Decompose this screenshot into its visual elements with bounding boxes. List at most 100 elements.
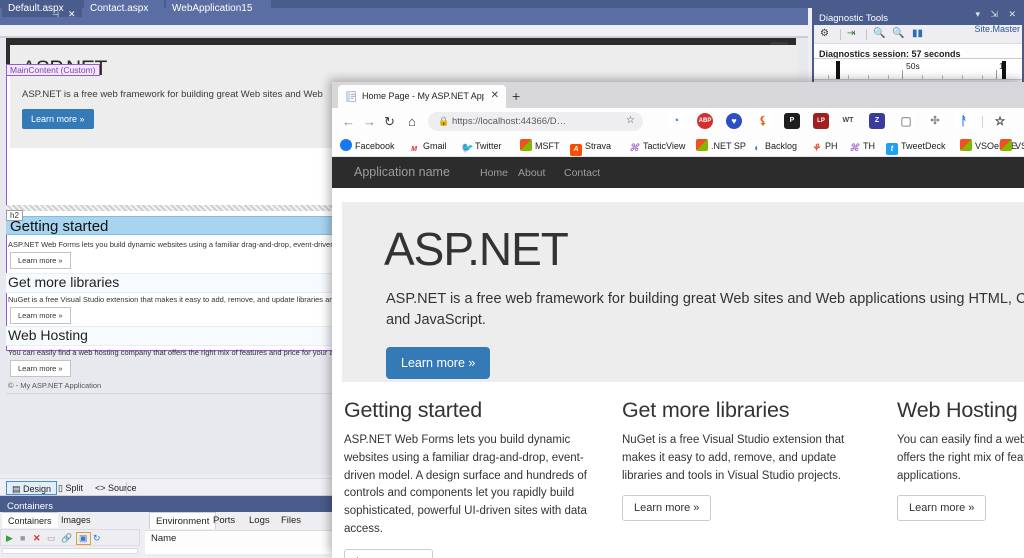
vs-tab-close-icon[interactable]: ✕: [68, 9, 76, 20]
refresh-icon[interactable]: ↻: [93, 533, 101, 544]
tab-ports[interactable]: Ports: [207, 512, 241, 529]
bookmark-backlog[interactable]: ◖ Backlog: [750, 138, 797, 155]
bookmark-vso[interactable]: VSO: [1000, 138, 1024, 154]
new-tab-button[interactable]: +: [512, 88, 520, 104]
vs-tab-pin-icon[interactable]: ⊣: [52, 10, 59, 19]
vs-top-right-fill: [808, 0, 1024, 8]
column-learn-more-button[interactable]: Learn more »: [897, 495, 987, 522]
vs-tab-contact-aspx[interactable]: Contact.aspx: [84, 0, 164, 17]
page-body: ASP.NET ASP.NET is a free web framework …: [332, 188, 1024, 558]
vs-sub-toolbar: [0, 25, 808, 37]
nav-link-contact[interactable]: Contact: [564, 167, 600, 179]
pin-icon[interactable]: ⇲: [990, 9, 998, 20]
bookmark-gmail[interactable]: M Gmail: [408, 138, 447, 156]
tab-environment-label: Environment: [156, 516, 210, 527]
adblock-icon[interactable]: ABP: [697, 113, 713, 129]
bookmark-msft[interactable]: MSFT: [520, 138, 560, 154]
dropdown-icon[interactable]: ▾: [975, 9, 980, 20]
zoom-in-icon[interactable]: 🔍: [873, 28, 885, 39]
bookmark-tacticview[interactable]: ⌘ TacticView: [628, 138, 685, 155]
bookmark-twitter[interactable]: 🐦 Twitter: [460, 138, 502, 155]
wt-icon[interactable]: WT: [840, 113, 856, 129]
split-view-button[interactable]: ▯ Split: [53, 481, 88, 495]
tab-files-label: Files: [281, 515, 302, 526]
designer-jumbo-learn-more-button[interactable]: Learn more »: [22, 109, 94, 129]
bookmark-tweetdeck[interactable]: t TweetDeck: [886, 138, 946, 155]
column-heading: Get more libraries: [622, 398, 790, 422]
pocket-icon[interactable]: P: [784, 113, 800, 129]
jumbotron-learn-more-button[interactable]: Learn more »: [386, 347, 491, 379]
browser-toolbar: ← → ↻ ⌂ 🔒 https://localhost:44366/D… ☆ ◔…: [332, 108, 1024, 135]
edge-browser-window: Home Page - My ASP.NET Applic ✕ + ← → ↻ …: [332, 82, 1024, 558]
source-view-label: Source: [108, 483, 137, 493]
edge-collections-icon[interactable]: ᚨ: [956, 113, 972, 129]
tab-images[interactable]: Images: [55, 512, 97, 528]
tab-images-label: Images: [61, 515, 91, 525]
source-icon: <>: [95, 483, 106, 493]
column-learn-more-button[interactable]: Learn more »: [622, 495, 712, 522]
site-master-link[interactable]: Site.Master: [974, 24, 1020, 34]
column-heading: Web Hosting: [897, 398, 1018, 422]
gmail-icon: M: [408, 144, 420, 156]
back-button-icon[interactable]: ←: [342, 114, 355, 129]
forward-button-icon[interactable]: →: [363, 114, 376, 129]
designer-hosting-button[interactable]: Learn more »: [10, 360, 71, 377]
favorites-star-icon[interactable]: ☆: [992, 113, 1008, 129]
browser-tab-home-page[interactable]: Home Page - My ASP.NET Applic ✕: [338, 85, 506, 108]
tab-containers[interactable]: Containers: [2, 512, 58, 528]
design-view-button[interactable]: ▤ Design: [6, 481, 58, 495]
zotero-icon[interactable]: Z: [869, 113, 885, 129]
containers-list[interactable]: [2, 548, 138, 554]
settings-gear-icon[interactable]: ⚙: [820, 28, 829, 39]
maincontent-region-tag[interactable]: MainContent (Custom): [6, 64, 100, 76]
bookmark-ph[interactable]: ⚘ PH: [810, 138, 838, 155]
home-button-icon[interactable]: ⌂: [408, 114, 416, 129]
tab-logs-label: Logs: [249, 515, 270, 526]
bookmark-dotnet-sp[interactable]: .NET SP: [696, 138, 746, 154]
column-learn-more-button[interactable]: Learn more »: [344, 548, 434, 558]
bookmark-strava[interactable]: A Strava: [570, 138, 611, 156]
run-icon[interactable]: ▶: [6, 533, 13, 544]
nav-link-home[interactable]: Home: [480, 167, 508, 179]
vs-tab-webapplication15[interactable]: WebApplication15: [166, 0, 271, 17]
timeline-marker-start[interactable]: [836, 61, 840, 79]
terminal-icon[interactable]: ▭: [47, 533, 56, 544]
tab-logs[interactable]: Logs: [243, 512, 276, 529]
delete-icon[interactable]: ✕: [33, 533, 41, 544]
bookmark-th[interactable]: ⌘ TH: [848, 138, 875, 155]
designer-getting-started-button[interactable]: Learn more »: [10, 252, 71, 269]
bookmark-facebook[interactable]: Facebook: [340, 138, 395, 154]
browser-tab-close-icon[interactable]: ✕: [491, 90, 499, 101]
shield-heart-icon[interactable]: ♥: [726, 113, 742, 129]
ruler-label-50s: 50s: [906, 61, 920, 71]
browser-tabstrip: Home Page - My ASP.NET Applic ✕ +: [332, 82, 1024, 108]
lastpass-icon[interactable]: LP: [813, 113, 829, 129]
site-brand[interactable]: Application name: [354, 165, 450, 179]
analytics-icon[interactable]: ⚸: [755, 113, 771, 129]
refresh-button-icon[interactable]: ↻: [384, 114, 395, 130]
diagnostics-session-bar: Diagnostics session: 57 seconds: [814, 43, 1022, 59]
export-icon[interactable]: ⇥: [847, 28, 855, 39]
zoom-out-icon[interactable]: 🔍: [892, 28, 904, 39]
h2-element-tag[interactable]: h2: [6, 210, 23, 221]
grid-header-name: Name: [151, 533, 177, 544]
column-text: You can easily find a web hosting compan…: [897, 434, 1024, 482]
tab-files[interactable]: Files: [275, 512, 307, 529]
adblock-plus-icon[interactable]: ◔: [668, 113, 684, 129]
favorite-star-icon[interactable]: ☆: [626, 115, 635, 126]
attach-icon[interactable]: 🔗: [61, 533, 72, 544]
containers-title: Containers: [7, 501, 53, 512]
stop-icon[interactable]: ■: [20, 533, 25, 543]
grey-extension-icon[interactable]: ✣: [927, 113, 943, 129]
page-icon[interactable]: ▢: [898, 113, 914, 129]
nav-link-about[interactable]: About: [518, 167, 545, 179]
toolbar-separator: [866, 29, 867, 40]
close-icon[interactable]: ✕: [1008, 9, 1016, 20]
chart-icon[interactable]: ▮▮: [912, 28, 923, 39]
designer-libraries-button[interactable]: Learn more »: [10, 307, 71, 324]
producthunt-icon: ⚘: [810, 143, 822, 155]
copy-icon[interactable]: ▣: [76, 532, 91, 545]
address-bar[interactable]: 🔒 https://localhost:44366/D… ☆: [428, 112, 643, 131]
source-view-button[interactable]: <> Source: [90, 481, 142, 495]
diagnostics-timeline-ruler[interactable]: 50s 1:: [814, 58, 1022, 80]
